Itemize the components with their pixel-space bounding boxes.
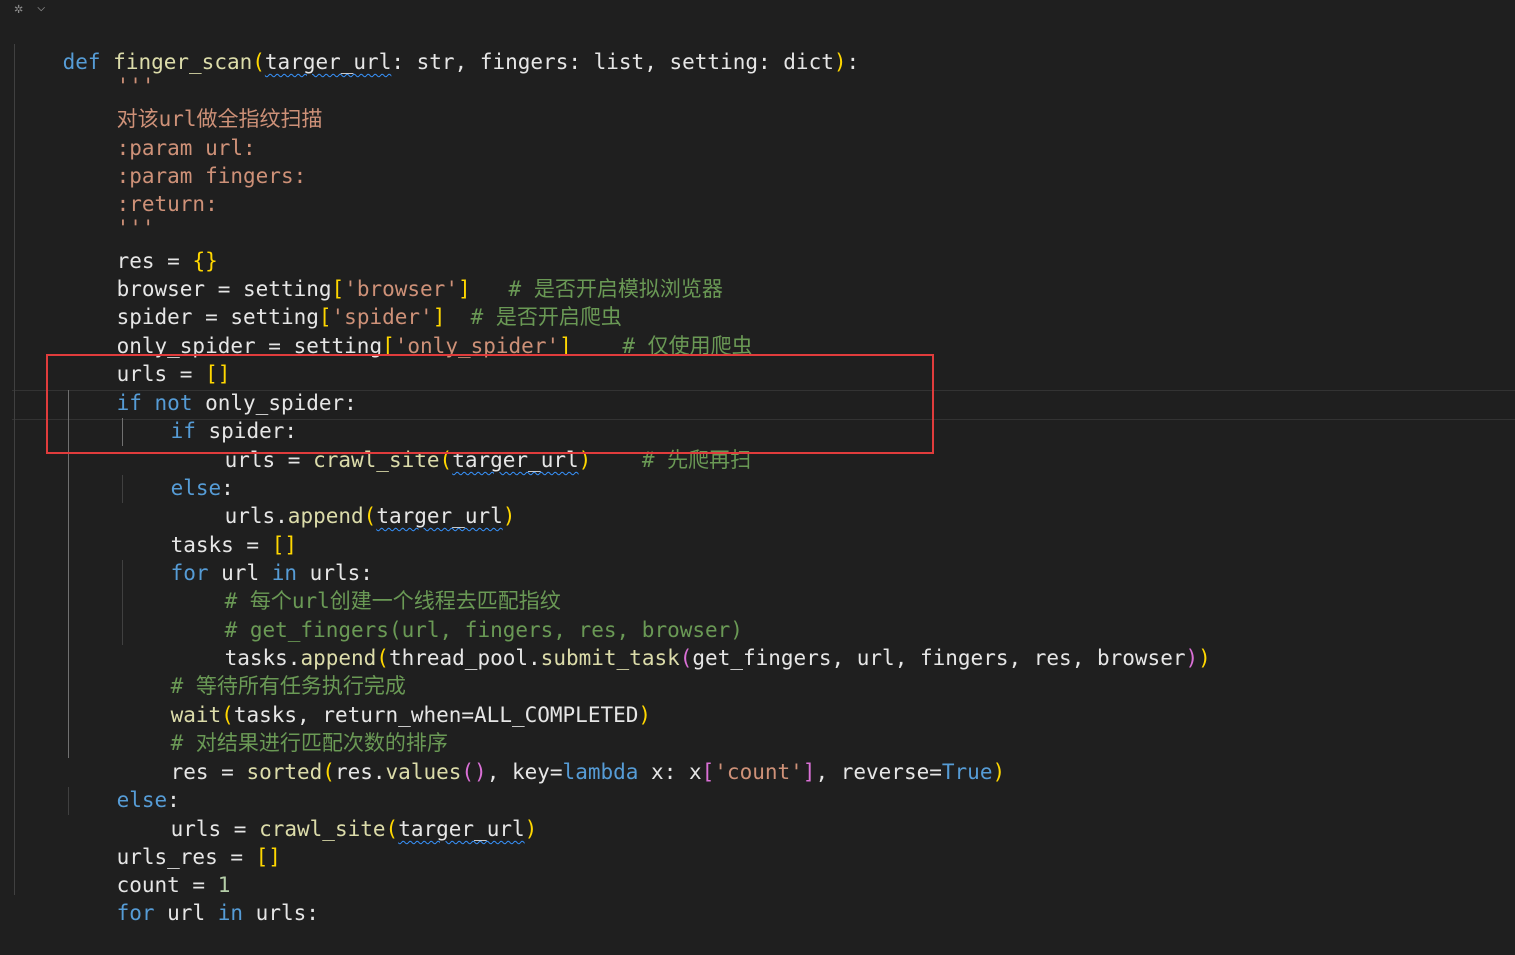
bracket: ) xyxy=(1185,646,1199,670)
code-line[interactable]: wait(tasks, return_when=ALL_COMPLETED) xyxy=(12,673,651,727)
keyword: True xyxy=(941,760,993,784)
bracket: ) xyxy=(1198,646,1211,670)
code-line[interactable]: # get_fingers(url, fingers, res, browser… xyxy=(12,588,743,642)
code-line[interactable]: count = 1 xyxy=(12,843,231,897)
code-line[interactable]: res = {} xyxy=(12,219,218,273)
argument: targer_url xyxy=(376,504,503,528)
bracket: ( xyxy=(252,50,265,74)
keyword: for xyxy=(116,901,155,925)
bracket: ( xyxy=(385,817,399,841)
bracket: ( xyxy=(679,646,693,670)
code-line[interactable]: res = sorted(res.values(), key=lambda x:… xyxy=(12,730,1006,784)
highlight-box xyxy=(46,354,934,454)
function-call: sorted xyxy=(246,760,323,784)
argument: targer_url xyxy=(398,817,525,841)
lens-icon[interactable]: ✲ xyxy=(14,1,23,16)
bracket: ( xyxy=(322,760,335,784)
code-line[interactable]: for url in urls: xyxy=(12,531,373,585)
parameter: targer_url xyxy=(264,50,392,74)
keyword: lambda xyxy=(562,760,639,784)
bracket: () xyxy=(461,760,487,784)
code-text: get_fingers, url, fingers, res, browser xyxy=(692,646,1186,670)
function-call: append xyxy=(287,504,364,528)
code-text: res. xyxy=(334,760,386,784)
code-line[interactable]: browser = setting['browser'] # 是否开启模拟浏览器 xyxy=(12,247,723,301)
code-line[interactable]: urls_res = [] xyxy=(12,815,281,869)
editor-top-bar: ✲ ⌵ xyxy=(0,0,1515,18)
keyword: in xyxy=(217,901,244,925)
code-editor[interactable]: ✲ ⌵ def finger_scan(targer_url: str, fin… xyxy=(0,0,1515,925)
code-line[interactable]: :param url: xyxy=(12,106,256,160)
code-line[interactable]: 对该url做全指纹扫描 xyxy=(12,77,323,131)
bracket: ] xyxy=(802,760,816,784)
chevron-down-icon[interactable]: ⌵ xyxy=(37,0,45,15)
code-text: thread_pool. xyxy=(388,646,541,670)
code-line[interactable]: # 等待所有任务执行完成 xyxy=(12,644,406,698)
code-line[interactable]: :param fingers: xyxy=(12,134,307,188)
code-line[interactable]: urls = crawl_site(targer_url) xyxy=(12,787,538,841)
code-line[interactable]: only_spider = setting['only_spider'] # 仅… xyxy=(12,304,753,358)
code-text: , key= xyxy=(486,760,563,784)
code-text: x: x xyxy=(638,760,702,784)
bracket: ) xyxy=(524,817,538,841)
code-text: , reverse= xyxy=(815,760,942,784)
function-call: submit_task xyxy=(540,646,680,670)
bracket: ( xyxy=(363,504,377,528)
function-call: values xyxy=(385,760,462,784)
bracket: ) xyxy=(502,504,516,528)
code-line[interactable]: ''' xyxy=(12,44,155,98)
bracket: [ xyxy=(701,760,715,784)
string: 'count' xyxy=(714,760,803,784)
code-text: urls: xyxy=(243,901,319,925)
bracket: ) xyxy=(992,760,1006,784)
code-line[interactable]: tasks = [] xyxy=(12,503,297,557)
bracket: [] xyxy=(255,845,281,869)
code-line[interactable]: tasks.append(thread_pool.submit_task(get… xyxy=(12,616,1211,670)
code-line[interactable]: urls.append(targer_url) xyxy=(12,474,516,528)
code-line[interactable]: # 每个url创建一个线程去匹配指纹 xyxy=(12,559,561,613)
bracket: ) xyxy=(638,703,652,727)
code-line[interactable]: else: xyxy=(12,758,180,812)
code-line[interactable]: # 对结果进行匹配次数的排序 xyxy=(12,701,448,755)
parameters: : str, fingers: list, setting: dict xyxy=(391,50,834,74)
punctuation: : xyxy=(846,50,860,74)
bracket: ) xyxy=(833,50,847,74)
code-line[interactable]: ''' xyxy=(12,186,155,240)
code-text: res = xyxy=(170,760,247,784)
code-line[interactable]: spider = setting['spider'] # 是否开启爬虫 xyxy=(12,275,622,329)
code-text: url xyxy=(154,901,218,925)
